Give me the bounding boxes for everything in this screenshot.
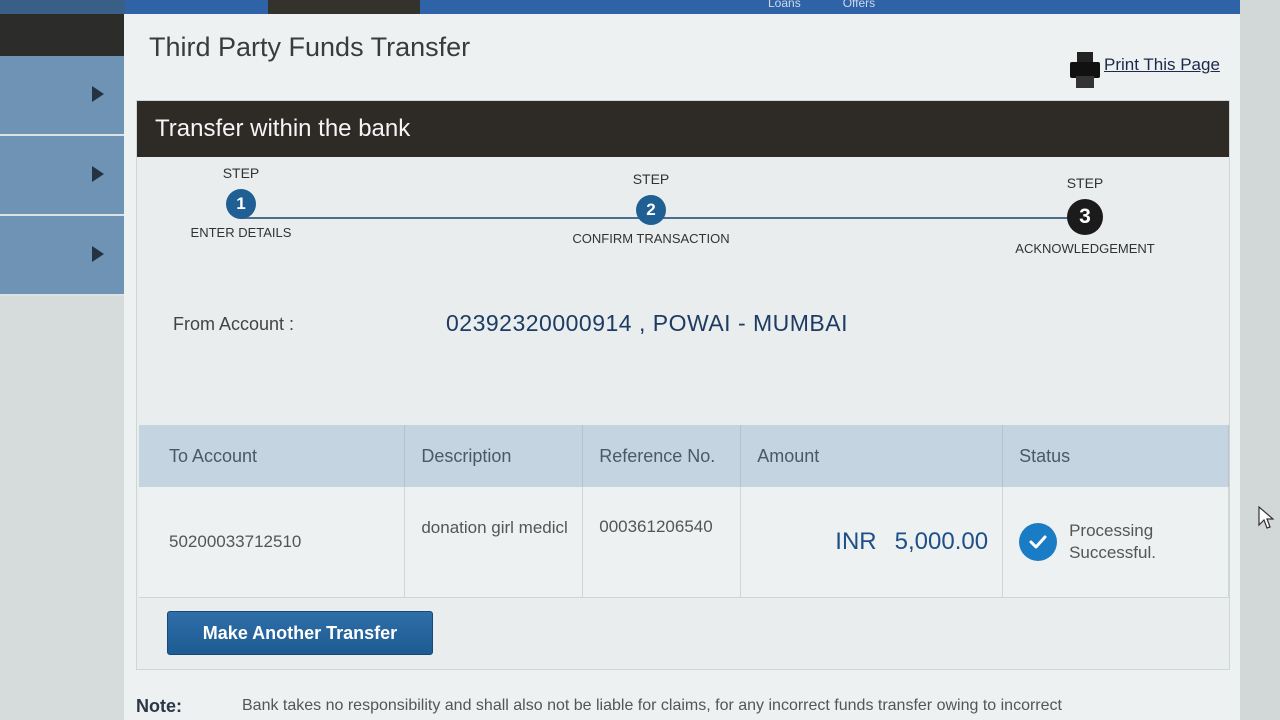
description-value: donation girl medicl — [404, 487, 584, 598]
expand-arrow-icon — [92, 246, 104, 262]
from-account-value: 02392320000914 , POWAI - MUMBAI — [446, 310, 849, 336]
column-header-to-account: To Account — [139, 425, 406, 487]
transfer-card: Transfer within the bank STEP 1 ENTER DE… — [136, 100, 1230, 670]
make-another-transfer-button[interactable]: Make Another Transfer — [167, 611, 433, 655]
disclaimer-note: Note: Bank takes no responsibility and s… — [136, 696, 1226, 717]
column-header-description: Description — [404, 425, 584, 487]
step-1: STEP 1 ENTER DETAILS — [151, 165, 331, 240]
step-3: STEP 3 ACKNOWLEDGEMENT — [995, 175, 1175, 256]
currency-code: INR — [835, 527, 877, 555]
to-account-value: 50200033712510 — [139, 487, 406, 598]
main-content: Third Party Funds Transfer Print This Pa… — [124, 14, 1240, 720]
note-label: Note: — [136, 696, 182, 716]
nav-item-offers[interactable]: Offers — [843, 0, 875, 10]
nav-menu: Loans Offers — [600, 0, 875, 10]
printer-icon — [1070, 52, 1100, 88]
step-word: STEP — [222, 165, 260, 181]
expand-arrow-icon — [92, 86, 104, 102]
step-2: STEP 2 CONFIRM TRANSACTION — [561, 171, 741, 246]
step-number-badge: 1 — [226, 189, 256, 219]
transaction-table: To Account Description Reference No. Amo… — [139, 425, 1229, 598]
column-header-status: Status — [1002, 425, 1229, 487]
success-check-icon — [1019, 522, 1058, 561]
page-title: Third Party Funds Transfer — [149, 32, 471, 62]
table-row: 50200033712510 donation girl medicl 0003… — [139, 487, 1229, 598]
step-word: STEP — [632, 171, 670, 187]
print-page-label[interactable]: Print This Page — [1104, 55, 1220, 75]
amount-cell: INR 5,000.00 — [740, 487, 1004, 598]
sidebar-item-2[interactable] — [0, 136, 124, 216]
status-cell: Processing Successful. — [1002, 487, 1229, 598]
step-number-badge: 3 — [1067, 199, 1103, 235]
nav-item-loans[interactable]: Loans — [768, 0, 801, 10]
card-header: Transfer within the bank — [137, 101, 1229, 157]
step-number-badge: 2 — [636, 195, 666, 225]
progress-stepper: STEP 1 ENTER DETAILS STEP 2 CONFIRM TRAN… — [137, 157, 1229, 277]
reference-value: 000361206540 — [582, 487, 742, 598]
left-sidebar — [0, 14, 124, 720]
sidebar-item-1[interactable] — [0, 56, 124, 136]
from-account-label: From Account : — [173, 314, 295, 334]
from-account-row: From Account : 02392320000914 , POWAI - … — [161, 306, 1211, 346]
step-word: STEP — [1066, 175, 1104, 191]
column-header-amount: Amount — [740, 425, 1004, 487]
expand-arrow-icon — [92, 166, 104, 182]
mouse-cursor-icon — [1258, 506, 1274, 529]
step-label: CONFIRM TRANSACTION — [572, 231, 730, 246]
column-header-reference: Reference No. — [582, 425, 742, 487]
step-label: ACKNOWLEDGEMENT — [1015, 241, 1155, 256]
status-text: Processing Successful. — [1069, 520, 1156, 562]
screen-right-edge — [1240, 0, 1280, 720]
table-header-row: To Account Description Reference No. Amo… — [139, 425, 1229, 487]
amount-value: 5,000.00 — [894, 527, 989, 555]
sidebar-item-3[interactable] — [0, 216, 124, 296]
sidebar-header — [0, 14, 124, 56]
note-text: Bank takes no responsibility and shall a… — [242, 697, 1062, 714]
print-page-link[interactable]: Print This Page — [1070, 52, 1220, 88]
step-label: ENTER DETAILS — [190, 225, 292, 240]
